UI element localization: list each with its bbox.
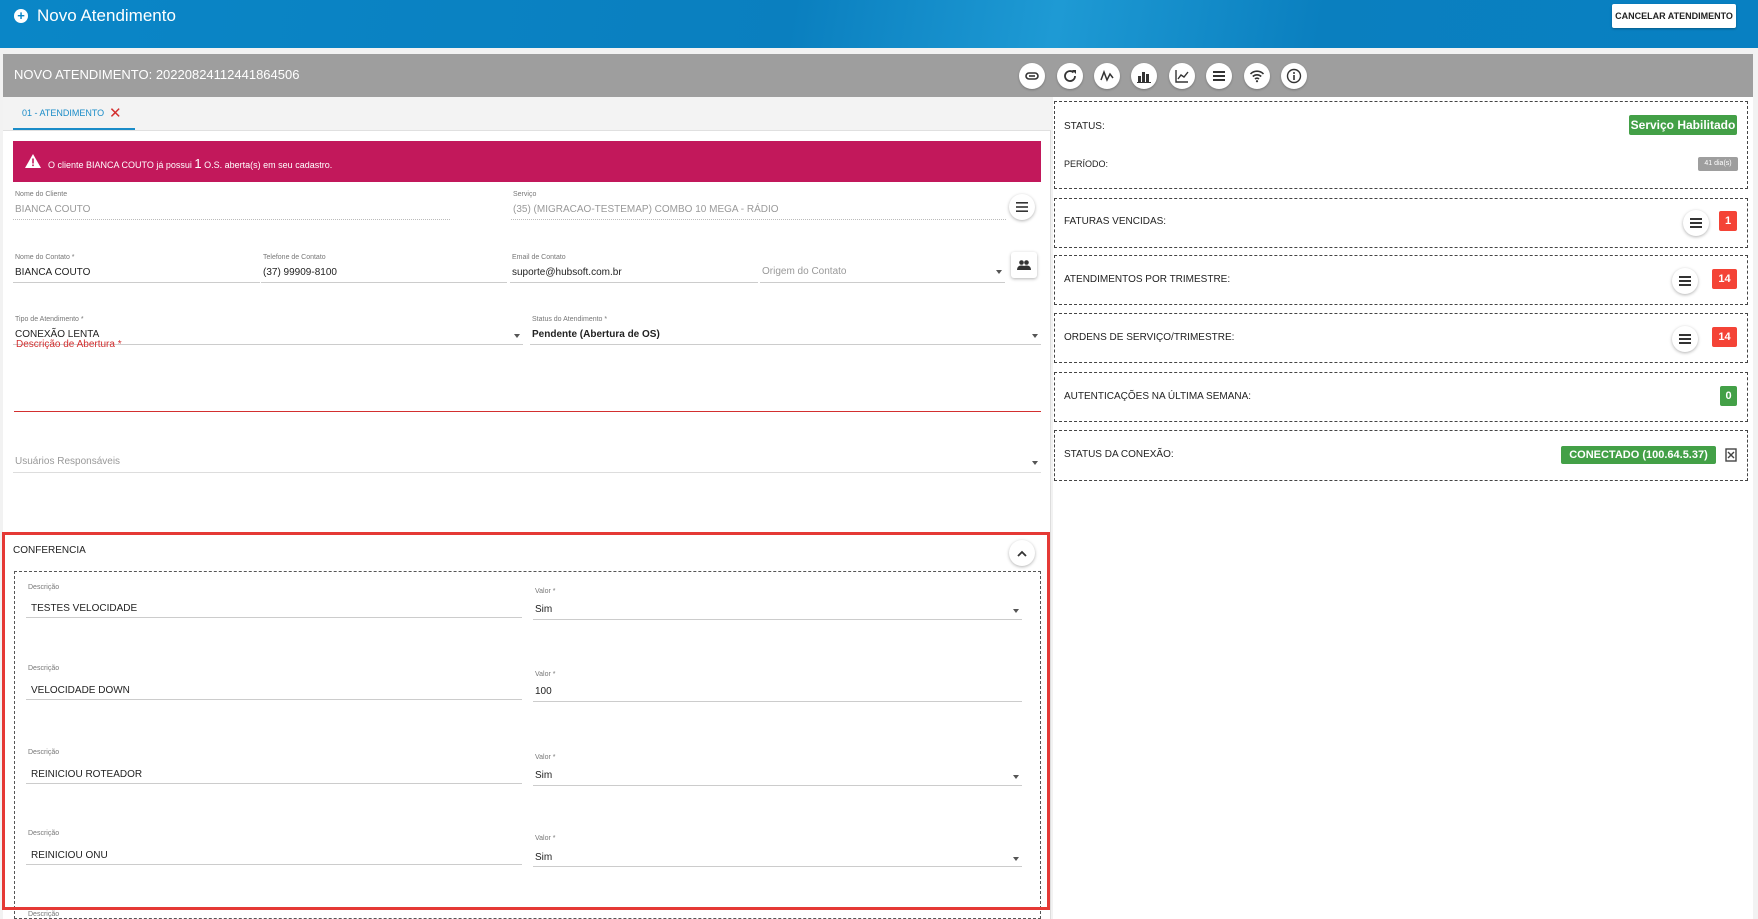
origem-select[interactable]: Origem do Contato (760, 254, 1005, 284)
chevron-down-icon (996, 270, 1002, 274)
list-icon (1679, 276, 1691, 286)
atendimento-header: NOVO ATENDIMENTO: 20220824112441864506 (3, 54, 1753, 97)
autenticacoes-badge: 0 (1720, 386, 1737, 406)
status-card: STATUS: Serviço Habilitado PERÍODO: 41 d… (1054, 101, 1748, 189)
conexao-badge: CONECTADO (100.64.5.37) (1561, 446, 1716, 464)
status-badge: Serviço Habilitado (1629, 115, 1737, 135)
telefone-value: (37) 99909-8100 (263, 267, 337, 278)
servico-value: (35) (MIGRACAO-TESTEMAP) COMBO 10 MEGA -… (513, 204, 779, 215)
descricao-abertura-textarea[interactable] (14, 411, 1041, 412)
periodo-badge: 41 dia(s) (1698, 157, 1738, 171)
servico-label: Serviço (513, 191, 537, 198)
tab-label: 01 - ATENDIMENTO (22, 108, 105, 118)
page-title: Novo Atendimento (37, 6, 176, 25)
atendimentos-label: ATENDIMENTOS POR TRIMESTRE: (1064, 274, 1231, 285)
status-atendimento-select[interactable]: Status do Atendimento * Pendente (Abertu… (530, 316, 1041, 346)
ordens-label: ORDENS DE SERVIÇO/TRIMESTRE: (1064, 332, 1235, 343)
faturas-list-button[interactable] (1683, 210, 1709, 236)
periodo-label: PERÍODO: (1064, 159, 1109, 169)
telefone-field[interactable]: Telefone de Contato (37) 99909-8100 (261, 254, 507, 284)
cancel-atendimento-button[interactable]: CANCELAR ATENDIMENTO (1612, 4, 1736, 28)
refresh-icon[interactable] (1057, 63, 1083, 89)
tab-bar: 01 - ATENDIMENTO ✕ (3, 97, 1051, 131)
tipo-label: Tipo de Atendimento * (15, 316, 84, 323)
link-icon[interactable] (1019, 63, 1045, 89)
servico-field: Serviço (35) (MIGRACAO-TESTEMAP) COMBO 1… (511, 191, 1006, 221)
cliente-label: Nome do Cliente (15, 191, 68, 198)
email-field[interactable]: Email de Contato suporte@hubsoft.com.br (510, 254, 758, 284)
menu-button[interactable] (1009, 194, 1035, 220)
add-circle-icon: + (14, 9, 28, 23)
atendimentos-card: ATENDIMENTOS POR TRIMESTRE: 14 (1054, 255, 1748, 305)
contato-field[interactable]: Nome do Contato * BIANCA COUTO (13, 254, 260, 284)
atendimentos-list-button[interactable] (1672, 268, 1698, 294)
conferencia-descricao-5: Descrição (26, 911, 226, 919)
descricao-abertura-label: Descrição de Abertura * (16, 339, 122, 350)
ordens-list-button[interactable] (1672, 326, 1698, 352)
chevron-down-icon (1032, 334, 1038, 338)
faturas-card: FATURAS VENCIDAS: 1 (1054, 198, 1748, 248)
origem-placeholder: Origem do Contato (762, 266, 847, 277)
faturas-label: FATURAS VENCIDAS: (1064, 216, 1167, 227)
chevron-down-icon (1032, 461, 1038, 465)
autenticacoes-card: AUTENTICAÇÕES NA ÚLTIMA SEMANA: 0 (1054, 372, 1748, 422)
app-topbar: + Novo Atendimento CANCELAR ATENDIMENTO (0, 0, 1758, 48)
signal-icon[interactable] (1094, 63, 1120, 89)
line-chart-icon[interactable] (1169, 63, 1195, 89)
usuarios-placeholder: Usuários Responsáveis (15, 456, 121, 467)
bar-chart-icon[interactable] (1131, 63, 1157, 89)
conexao-label: STATUS DA CONEXÃO: (1064, 449, 1174, 460)
cliente-value: BIANCA COUTO (15, 204, 91, 215)
tab-atendimento[interactable]: 01 - ATENDIMENTO ✕ (13, 97, 135, 130)
close-icon[interactable]: ✕ (109, 104, 122, 122)
conferencia-highlight (2, 532, 1050, 910)
usuarios-responsaveis-select[interactable]: Usuários Responsáveis (13, 451, 1041, 475)
conexao-card: STATUS DA CONEXÃO: CONECTADO (100.64.5.3… (1054, 430, 1748, 481)
list-icon (1690, 218, 1702, 228)
open-os-alert: O cliente BIANCA COUTO já possui 1 O.S. … (13, 141, 1041, 182)
atendimento-title: NOVO ATENDIMENTO: 20220824112441864506 (14, 67, 300, 82)
info-icon[interactable] (1281, 63, 1307, 89)
ordens-badge: 14 (1712, 327, 1737, 347)
autenticacoes-label: AUTENTICAÇÕES NA ÚLTIMA SEMANA: (1064, 391, 1252, 402)
alert-text: O cliente BIANCA COUTO já possui 1 O.S. … (48, 156, 333, 171)
email-value: suporte@hubsoft.com.br (512, 267, 622, 278)
descricao-label: Descrição (28, 911, 60, 918)
menu-icon (1016, 202, 1028, 212)
wifi-icon[interactable] (1244, 63, 1270, 89)
people-icon (1017, 260, 1031, 270)
chevron-down-icon (514, 334, 520, 338)
list-icon (1679, 334, 1691, 344)
contacts-button[interactable] (1011, 252, 1037, 278)
telefone-label: Telefone de Contato (263, 254, 326, 261)
list-icon[interactable] (1206, 63, 1232, 89)
status-label: STATUS: (1064, 121, 1105, 132)
status-value: Pendente (Abertura de OS) (532, 329, 660, 340)
cliente-field: Nome do Cliente BIANCA COUTO (13, 191, 450, 221)
email-label: Email de Contato (512, 254, 566, 261)
contato-label: Nome do Contato * (15, 254, 75, 261)
warning-icon (25, 154, 41, 168)
ordens-card: ORDENS DE SERVIÇO/TRIMESTRE: 14 (1054, 313, 1748, 363)
atendimentos-badge: 14 (1712, 269, 1737, 289)
faturas-badge: 1 (1719, 211, 1737, 231)
disconnect-icon[interactable] (1725, 448, 1737, 462)
status-label: Status do Atendimento * (532, 316, 608, 323)
contato-value: BIANCA COUTO (15, 267, 91, 278)
